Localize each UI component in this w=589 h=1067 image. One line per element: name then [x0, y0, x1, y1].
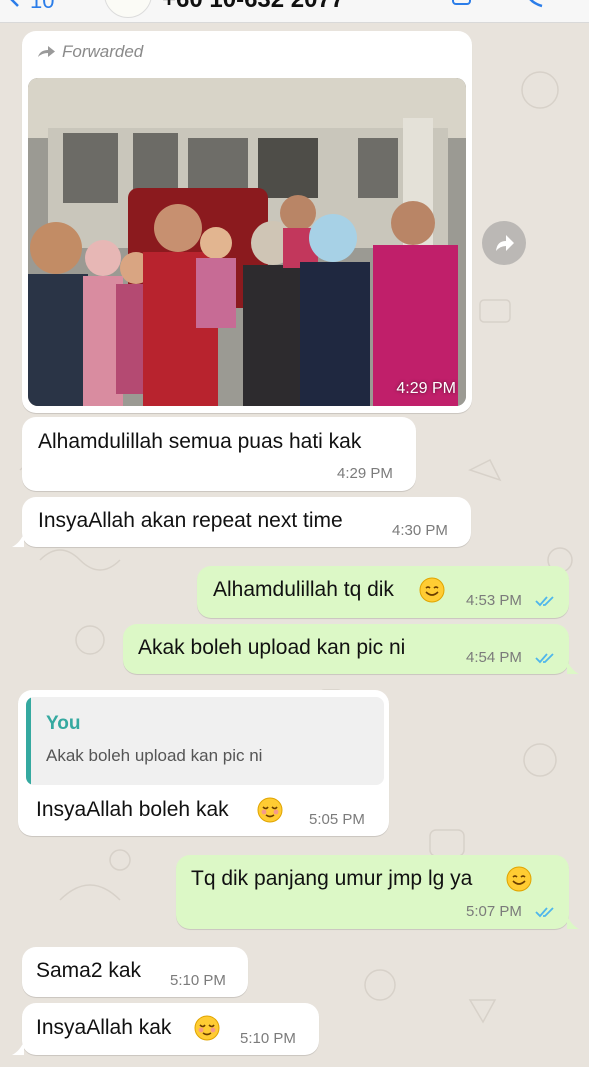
bubble-tail [12, 1041, 24, 1055]
phone-call-icon[interactable] [524, 0, 546, 8]
message-time: 4:30 PM [392, 522, 448, 539]
message-time: 4:54 PM [466, 649, 522, 666]
message-time: 5:07 PM [466, 903, 522, 920]
message-text: InsyaAllah kak [36, 1016, 172, 1039]
chat-header: 10 +60 10-632 2077 [0, 0, 589, 23]
bubble-tail [567, 660, 579, 674]
contact-title[interactable]: +60 10-632 2077 [162, 0, 344, 14]
relieved-face-emoji [257, 797, 283, 823]
double-check-icon [535, 596, 554, 607]
forward-arrow-icon [38, 46, 55, 57]
video-call-icon[interactable] [452, 0, 478, 6]
message-time: 4:53 PM [466, 592, 522, 609]
message-text: Sama2 kak [36, 959, 142, 982]
double-check-icon [535, 653, 554, 664]
bubble-tail [567, 915, 579, 929]
double-check-icon [535, 907, 554, 918]
family-photo-image [28, 78, 466, 406]
message-time: 5:10 PM [170, 972, 226, 989]
unread-count[interactable]: 10 [30, 0, 54, 14]
smiling-face-emoji [419, 577, 445, 603]
quoted-message[interactable]: You Akak boleh upload kan pic ni [26, 697, 384, 785]
message-text: Akak boleh upload kan pic ni [138, 636, 406, 659]
message-text: InsyaAllah akan repeat next time [38, 509, 343, 532]
message-text: Alhamdulillah tq dik [213, 578, 394, 601]
back-chevron-icon[interactable] [6, 0, 24, 8]
contact-avatar[interactable] [104, 0, 152, 18]
shared-photo[interactable]: 4:29 PM [28, 78, 466, 406]
relieved-face-emoji [194, 1015, 220, 1041]
message-text: InsyaAllah boleh kak [36, 798, 229, 821]
bubble-tail [12, 533, 24, 547]
share-button[interactable] [482, 221, 526, 265]
message-time: 5:10 PM [240, 1030, 296, 1047]
message-time: 4:29 PM [337, 465, 393, 482]
smiling-face-emoji [506, 866, 532, 892]
photo-timestamp: 4:29 PM [396, 380, 456, 397]
quote-text: Akak boleh upload kan pic ni [46, 746, 263, 765]
quote-accent-bar [26, 697, 31, 785]
share-icon [496, 235, 514, 251]
message-time: 5:05 PM [309, 811, 365, 828]
forwarded-label: Forwarded [62, 42, 144, 61]
message-text: Alhamdulillah semua puas hati kak [38, 430, 362, 453]
message-text: Tq dik panjang umur jmp lg ya [191, 867, 473, 890]
quote-author: You [46, 713, 81, 734]
